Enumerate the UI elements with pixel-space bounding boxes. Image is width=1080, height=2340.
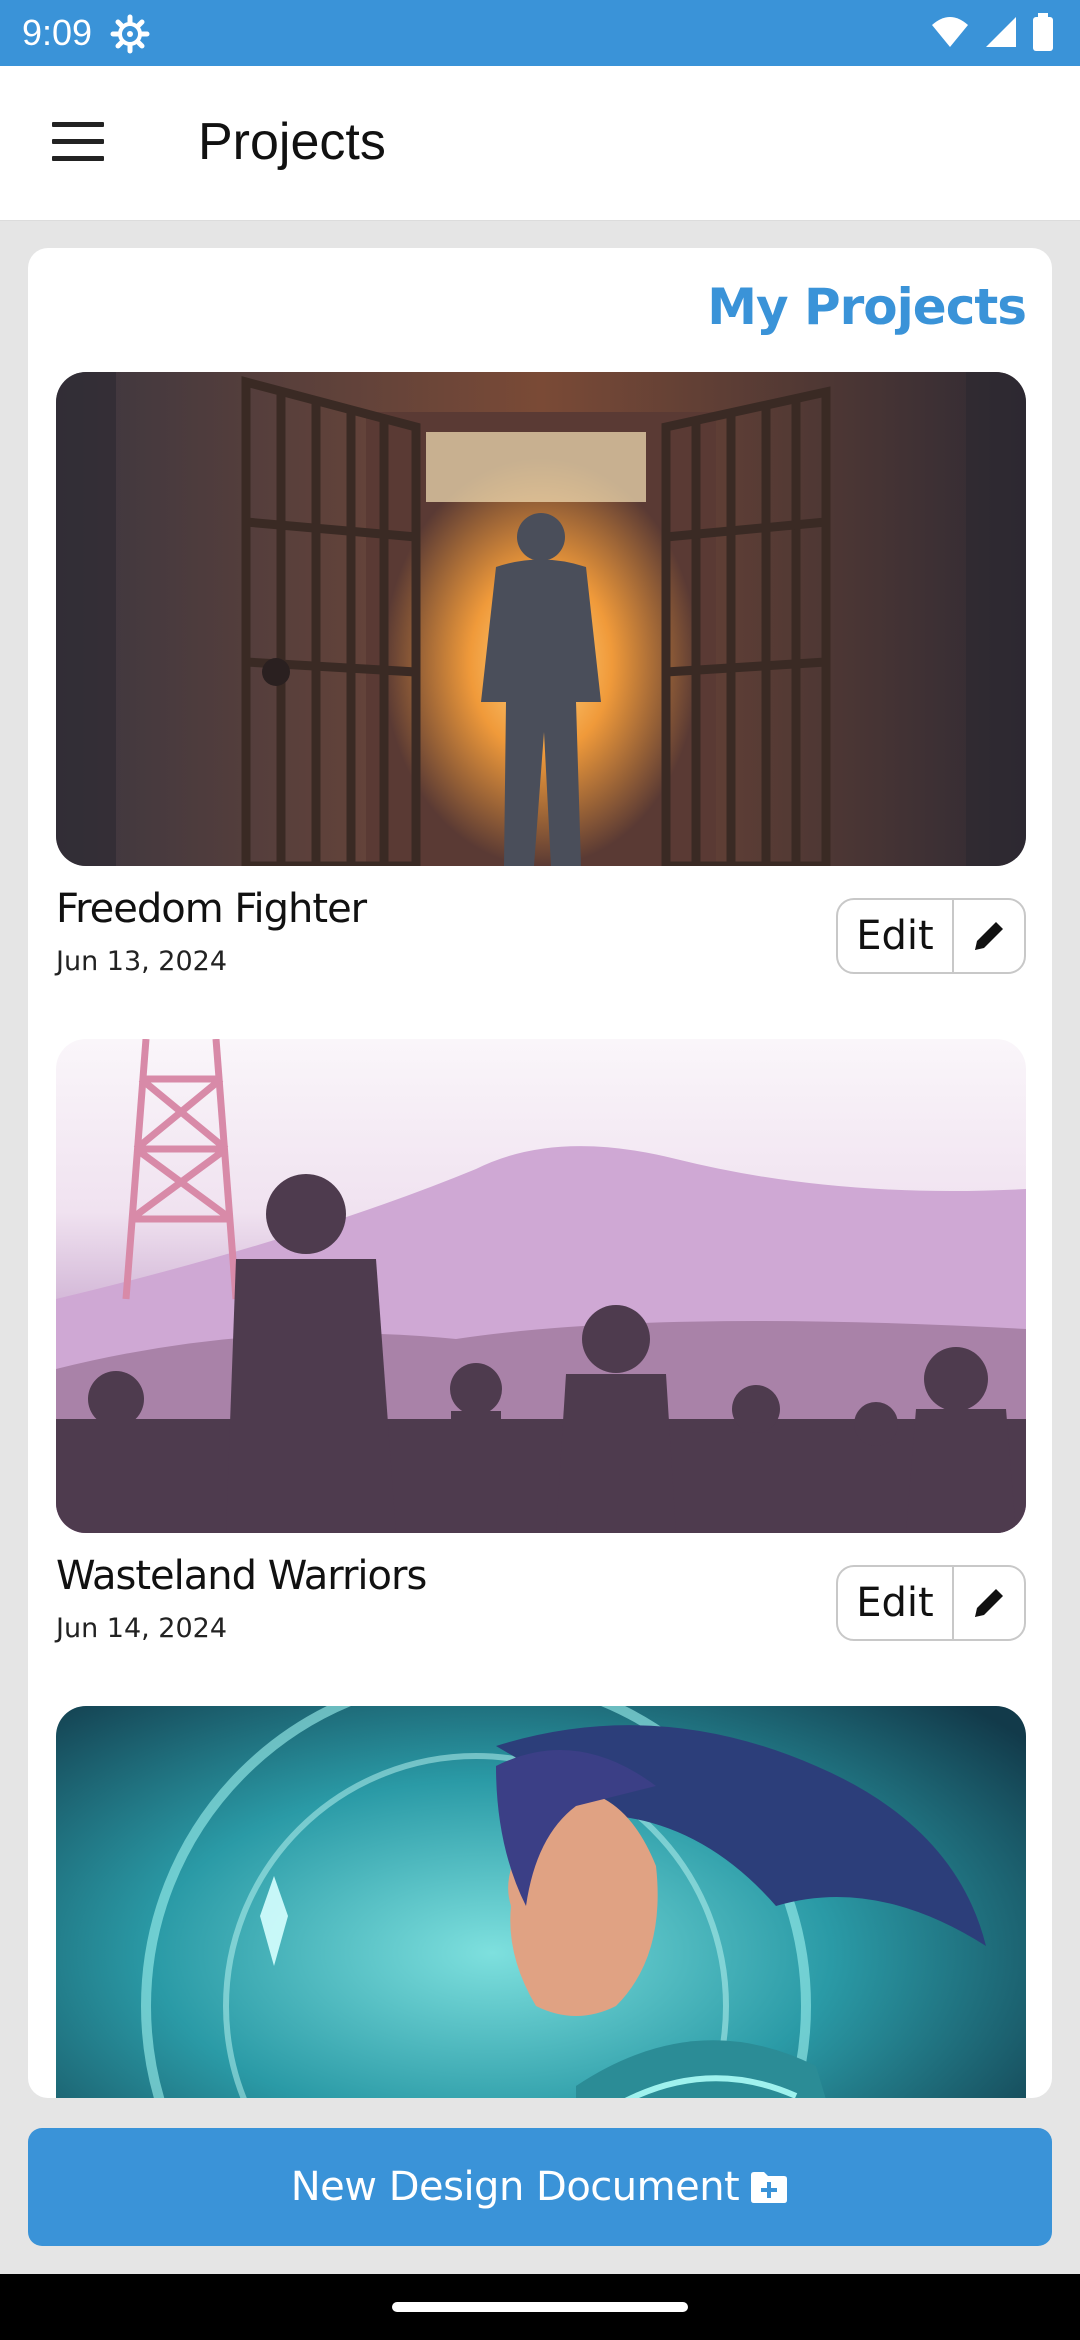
folder-plus-icon [749, 2169, 789, 2205]
project-name: Freedom Fighter [56, 886, 367, 932]
edit-button-group: Edit [836, 898, 1026, 974]
project-item: Freedom Fighter Jun 13, 2024 Edit [56, 372, 1026, 977]
status-time: 9:09 [22, 12, 93, 53]
settings-gear-icon [110, 14, 150, 54]
edit-button-group: Edit [836, 1565, 1026, 1641]
project-item [56, 1706, 1026, 2098]
new-design-document-label: New Design Document [290, 2164, 740, 2210]
card-heading: My Projects [707, 278, 1027, 336]
battery-icon [1032, 13, 1054, 55]
project-name: Wasteland Warriors [56, 1553, 427, 1599]
cellular-signal-icon [984, 15, 1018, 53]
project-date: Jun 14, 2024 [56, 1613, 228, 1644]
pencil-icon[interactable] [954, 1567, 1024, 1639]
project-thumbnail[interactable] [56, 372, 1026, 866]
edit-button[interactable]: Edit [838, 900, 954, 972]
wifi-icon [930, 15, 970, 53]
edit-button[interactable]: Edit [838, 1567, 954, 1639]
page-title: Projects [198, 113, 386, 171]
project-item: Wasteland Warriors Jun 14, 2024 Edit [56, 1039, 1026, 1644]
pencil-icon[interactable] [954, 900, 1024, 972]
hamburger-menu-icon[interactable] [52, 122, 104, 162]
system-nav-bar [0, 2274, 1080, 2340]
project-thumbnail[interactable] [56, 1039, 1026, 1533]
new-design-document-button[interactable]: New Design Document [28, 2128, 1052, 2246]
project-date: Jun 13, 2024 [56, 946, 228, 977]
projects-card: My Projects Freedom Fighter Jun 13, 2024… [28, 248, 1052, 2098]
project-thumbnail[interactable] [56, 1706, 1026, 2098]
home-indicator[interactable] [392, 2302, 688, 2312]
app-bar: Projects [0, 66, 1080, 221]
status-bar: 9:09 [0, 0, 1080, 66]
